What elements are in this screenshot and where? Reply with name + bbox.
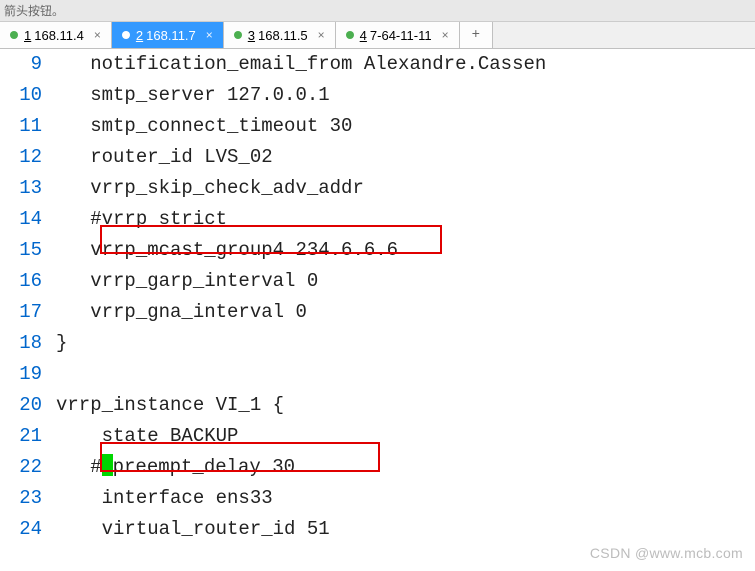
line-number: 15 — [0, 235, 56, 266]
top-hint-text: 箭头按钮。 — [4, 4, 64, 18]
line-number: 12 — [0, 142, 56, 173]
code-line[interactable]: 10 smtp_server 127.0.0.1 — [0, 80, 755, 111]
code-line[interactable]: 11 smtp_connect_timeout 30 — [0, 111, 755, 142]
line-number: 18 — [0, 328, 56, 359]
tab-bar: 1168.11.4 × 2168.11.7 × 3168.11.5 × 47-6… — [0, 22, 755, 49]
line-number: 23 — [0, 483, 56, 514]
code-line[interactable]: 18} — [0, 328, 755, 359]
tab-label: 3168.11.5 — [248, 28, 308, 43]
line-number: 9 — [0, 49, 56, 80]
tab-label: 47-64-11-11 — [360, 28, 432, 43]
code-line[interactable]: 14 #vrrp_strict — [0, 204, 755, 235]
line-number: 20 — [0, 390, 56, 421]
tab-label: 1168.11.4 — [24, 28, 84, 43]
line-content: notification_email_from Alexandre.Cassen — [56, 49, 546, 80]
line-number: 22 — [0, 452, 56, 483]
line-content: vrrp_garp_interval 0 — [56, 266, 318, 297]
line-number: 24 — [0, 514, 56, 545]
code-line[interactable]: 23 interface ens33 — [0, 483, 755, 514]
line-content: } — [56, 328, 67, 359]
line-content: router_id LVS_02 — [56, 142, 273, 173]
line-content: vrrp_instance VI_1 { — [56, 390, 284, 421]
status-dot-icon — [10, 31, 18, 39]
tab-session-2[interactable]: 2168.11.7 × — [112, 22, 224, 48]
code-line[interactable]: 22 #preempt_delay 30 — [0, 452, 755, 483]
code-line[interactable]: 21 state BACKUP — [0, 421, 755, 452]
line-content: smtp_server 127.0.0.1 — [56, 80, 330, 111]
close-icon[interactable]: × — [90, 28, 101, 42]
line-number: 21 — [0, 421, 56, 452]
line-number: 17 — [0, 297, 56, 328]
close-icon[interactable]: × — [438, 28, 449, 42]
tab-session-4[interactable]: 47-64-11-11 × — [336, 22, 460, 48]
status-dot-icon — [122, 31, 130, 39]
top-hint-bar: 箭头按钮。 — [0, 0, 755, 22]
close-icon[interactable]: × — [314, 28, 325, 42]
line-content: #vrrp_strict — [56, 204, 227, 235]
line-content: virtual_router_id 51 — [56, 514, 330, 545]
line-number: 16 — [0, 266, 56, 297]
code-line[interactable]: 9 notification_email_from Alexandre.Cass… — [0, 49, 755, 80]
code-editor[interactable]: 9 notification_email_from Alexandre.Cass… — [0, 49, 755, 545]
code-line[interactable]: 13 vrrp_skip_check_adv_addr — [0, 173, 755, 204]
tab-label: 2168.11.7 — [136, 28, 196, 43]
line-content: smtp_connect_timeout 30 — [56, 111, 352, 142]
line-content: #preempt_delay 30 — [56, 452, 295, 483]
code-line[interactable]: 19 — [0, 359, 755, 390]
tab-session-3[interactable]: 3168.11.5 × — [224, 22, 336, 48]
cursor-icon — [102, 454, 113, 476]
line-content: vrrp_mcast_group4 234.6.6.6 — [56, 235, 398, 266]
code-line[interactable]: 17 vrrp_gna_interval 0 — [0, 297, 755, 328]
code-line[interactable]: 12 router_id LVS_02 — [0, 142, 755, 173]
line-number: 11 — [0, 111, 56, 142]
add-tab-button[interactable]: + — [460, 22, 493, 48]
line-content: vrrp_gna_interval 0 — [56, 297, 307, 328]
code-line[interactable]: 20vrrp_instance VI_1 { — [0, 390, 755, 421]
code-line[interactable]: 24 virtual_router_id 51 — [0, 514, 755, 545]
line-number: 10 — [0, 80, 56, 111]
status-dot-icon — [234, 31, 242, 39]
line-number: 19 — [0, 359, 56, 390]
code-line[interactable]: 16 vrrp_garp_interval 0 — [0, 266, 755, 297]
tab-session-1[interactable]: 1168.11.4 × — [0, 22, 112, 48]
line-content: interface ens33 — [56, 483, 273, 514]
status-dot-icon — [346, 31, 354, 39]
line-number: 13 — [0, 173, 56, 204]
line-content: vrrp_skip_check_adv_addr — [56, 173, 364, 204]
line-number: 14 — [0, 204, 56, 235]
code-line[interactable]: 15 vrrp_mcast_group4 234.6.6.6 — [0, 235, 755, 266]
close-icon[interactable]: × — [202, 28, 213, 42]
line-content: state BACKUP — [56, 421, 238, 452]
watermark: CSDN @www.mcb.com — [590, 545, 743, 561]
